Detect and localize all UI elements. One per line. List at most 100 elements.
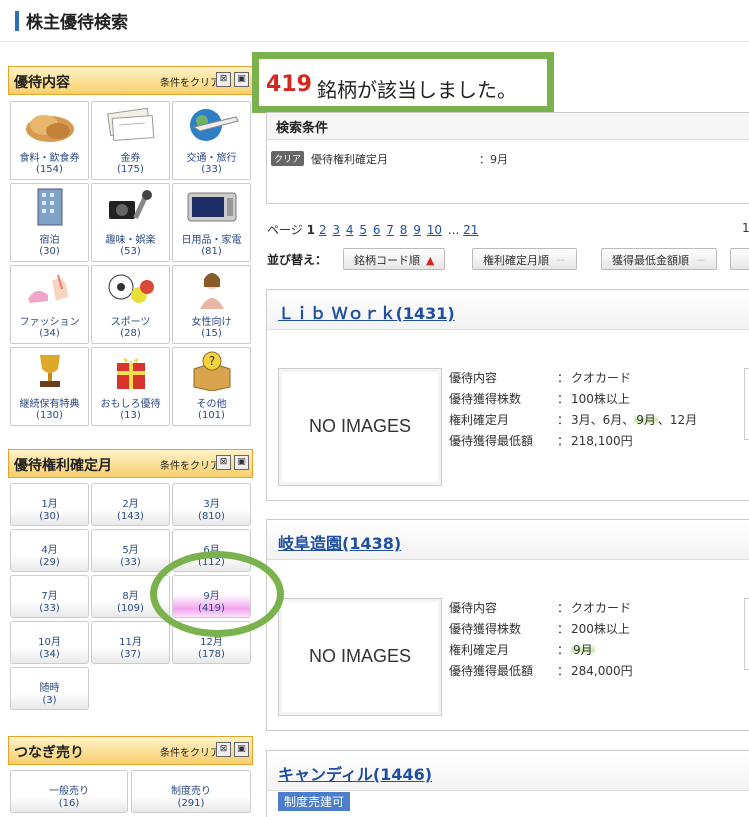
info-value: 218,100円 (571, 434, 633, 448)
tile-count: (15) (201, 328, 222, 339)
sort-price-button[interactable]: 獲得最低金額順 － (601, 248, 717, 270)
pager-link[interactable]: 2 (319, 223, 327, 237)
pager-label: ページ (267, 223, 303, 237)
svg-text:?: ? (208, 354, 214, 368)
yutai-tile-food[interactable]: 食料・飲食券 (154) (10, 101, 89, 180)
month-tile-2[interactable]: 2月 (143) (91, 483, 170, 526)
sort-month-button[interactable]: 権利確定月順 － (472, 248, 577, 270)
tile-count: (28) (120, 328, 141, 339)
gift-icon (103, 351, 159, 394)
voucher-icon (103, 105, 159, 148)
month-tile-anytime[interactable]: 随時 (3) (10, 667, 89, 710)
tsunagi-heading: つなぎ売り (14, 745, 84, 761)
tile-count: (30) (39, 511, 60, 522)
month-tile-1[interactable]: 1月 (30) (10, 483, 89, 526)
sort-code-button[interactable]: 銘柄コード順 ▲ (343, 248, 446, 270)
yutai-tile-other[interactable]: ? その他 (101) (172, 347, 251, 426)
pager-ellipsis: ... (447, 223, 460, 237)
pager-link[interactable]: 3 (332, 223, 340, 237)
month-tile-3[interactable]: 3月 (810) (172, 483, 251, 526)
tile-label: 10月 (38, 637, 61, 648)
trophy-icon (22, 351, 78, 394)
camera-icon (103, 187, 159, 230)
tile-label: 11月 (119, 637, 142, 648)
tsunagi-clear-link[interactable]: 条件をクリア (160, 744, 220, 759)
pager-link[interactable]: 4 (346, 223, 354, 237)
yutai-tile-household[interactable]: 日用品・家電 (81) (172, 183, 251, 262)
yutai-tile-hobby[interactable]: 趣味・娯楽 (53) (91, 183, 170, 262)
month-tile-4[interactable]: 4月 (29) (10, 529, 89, 572)
tsunagi-tile-ippan[interactable]: 一般売り (16) (10, 770, 128, 813)
tile-label: その他 (196, 399, 227, 410)
collapse-icon[interactable]: ▣ (234, 742, 249, 757)
yutai-tile-travel[interactable]: 交通・旅行 (33) (172, 101, 251, 180)
info-key: 優待獲得株数 (449, 392, 522, 406)
collapse-icon[interactable]: ▣ (234, 72, 249, 87)
tsunagi-section-header: つなぎ売り 条件をクリア ⊠ ▣ (8, 736, 253, 765)
pager-link[interactable]: 5 (359, 223, 367, 237)
close-icon[interactable]: ⊠ (216, 72, 231, 87)
card-side-panel (744, 368, 749, 440)
pager-link[interactable]: 8 (400, 223, 408, 237)
yutai-section-header: 優待内容 条件をクリア ⊠ ▣ (8, 66, 253, 95)
result-summary: 419 銘柄が該当しました。 (252, 52, 554, 113)
tile-count: (33) (39, 603, 60, 614)
title-marker (15, 11, 19, 31)
yutai-tile-voucher[interactable]: 金券 (175) (91, 101, 170, 180)
tile-count: (53) (120, 246, 141, 257)
yutai-clear-link[interactable]: 条件をクリア (160, 74, 220, 89)
airplane-icon (184, 105, 240, 148)
yutai-heading: 優待内容 (14, 75, 70, 91)
stock-name-link[interactable]: キャンディル(1446) (278, 761, 432, 785)
yutai-tile-hotel[interactable]: 宿泊 (30) (10, 183, 89, 262)
month-clear-link[interactable]: 条件をクリア (160, 457, 220, 472)
tile-count: (130) (36, 410, 63, 421)
sort-none-icon: － (695, 254, 706, 267)
info-key: 優待獲得最低額 (449, 434, 534, 448)
tile-count: (3) (42, 695, 57, 706)
stock-name-link[interactable]: 岐阜造園(1438) (278, 530, 401, 554)
pager-link[interactable]: 9 (413, 223, 421, 237)
month-tile-5[interactable]: 5月 (33) (91, 529, 170, 572)
stock-name-link[interactable]: Ｌｉｂ Ｗｏｒｋ(1431) (278, 300, 455, 324)
close-icon[interactable]: ⊠ (216, 742, 231, 757)
tile-label: 随時 (39, 683, 60, 694)
tile-count: (16) (58, 798, 80, 809)
yutai-tile-unique[interactable]: おもしろ優待 (13) (91, 347, 170, 426)
no-image-placeholder: NO IMAGES (278, 368, 442, 486)
tile-label: 一般売り (49, 786, 89, 797)
tile-count: (175) (117, 164, 144, 175)
yutai-tile-sports[interactable]: スポーツ (28) (91, 265, 170, 344)
building-icon (22, 187, 78, 230)
highlighted-month: 9月 (634, 413, 658, 427)
stock-card: キャンディル(1446) 制度売建可 (266, 750, 749, 817)
card-header: Ｌｉｂ Ｗｏｒｋ(1431) (267, 290, 749, 330)
collapse-icon[interactable]: ▣ (234, 455, 249, 470)
no-image-text: NO IMAGES (308, 646, 411, 666)
sort-more-button[interactable] (730, 248, 749, 270)
stock-card: 岐阜造園(1438) NO IMAGES 優待内容：クオカード 優待獲得株数： 2… (266, 519, 749, 731)
month-heading: 優待権利確定月 (14, 458, 112, 474)
pager-link[interactable]: 10 (427, 223, 442, 237)
pager-link[interactable]: 7 (386, 223, 394, 237)
month-tile-10[interactable]: 10月 (34) (10, 621, 89, 664)
month-tile-7[interactable]: 7月 (33) (10, 575, 89, 618)
tile-count: (143) (117, 511, 144, 522)
month-section-header: 優待権利確定月 条件をクリア ⊠ ▣ (8, 449, 253, 478)
pager-link[interactable]: 6 (373, 223, 381, 237)
condition-clear-button[interactable]: クリア (271, 151, 305, 166)
tile-label: 2月 (122, 499, 139, 510)
month-tile-11[interactable]: 11月 (37) (91, 621, 170, 664)
tsunagi-tile-seido[interactable]: 制度売り (291) (131, 770, 251, 813)
bread-icon (22, 105, 78, 148)
close-icon[interactable]: ⊠ (216, 455, 231, 470)
tile-count: (154) (36, 164, 63, 175)
yutai-tile-long-hold[interactable]: 継続保有特典 (130) (10, 347, 89, 426)
pager-last-link[interactable]: 21 (463, 223, 478, 237)
tile-count: (810) (198, 511, 225, 522)
yutai-tile-fashion[interactable]: ファッション (34) (10, 265, 89, 344)
yutai-tile-women[interactable]: 女性向け (15) (172, 265, 251, 344)
result-text: 銘柄が該当しました。 (317, 78, 517, 102)
tile-label: おもしろ優待 (100, 399, 161, 410)
stock-info: 優待内容：クオカード 優待獲得株数： 100株以上 権利確定月： 3月、6月、 9月、… (449, 368, 697, 452)
